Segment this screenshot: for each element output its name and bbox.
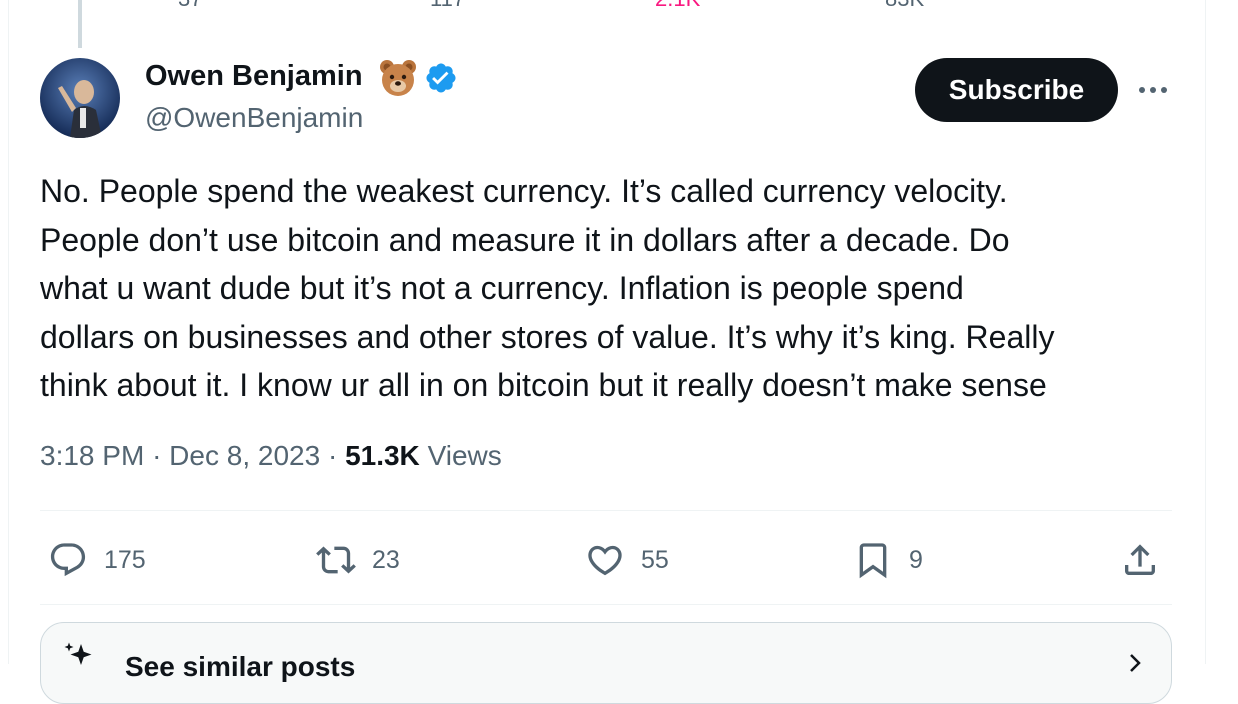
tweet-meta: 3:18 PM · Dec 8, 2023 · 51.3K Views (40, 440, 502, 472)
tweet-date[interactable]: Dec 8, 2023 (169, 440, 320, 471)
previous-post-action-bar: 37 117 2.1K 83K (0, 0, 1238, 11)
subscribe-button[interactable]: Subscribe (915, 58, 1118, 122)
share-icon (1125, 544, 1155, 575)
avatar[interactable] (40, 58, 120, 138)
views-label: Views (427, 440, 502, 471)
sparkle-icon (64, 642, 92, 665)
display-name[interactable]: Owen Benjamin (145, 60, 363, 93)
repost-icon (316, 546, 356, 574)
heart-icon (588, 545, 622, 576)
tweet-text-line: what u want dude but it’s not a currency… (40, 270, 964, 306)
repost-count: 23 (372, 545, 400, 574)
share-button[interactable] (1120, 536, 1160, 584)
reply-icon (50, 543, 86, 577)
more-options-icon[interactable] (1136, 78, 1170, 102)
repost-button[interactable]: 23 (316, 536, 400, 584)
bookmark-count: 9 (909, 545, 923, 574)
previous-likes-count[interactable]: 2.1K (655, 0, 700, 12)
like-count: 55 (641, 545, 669, 574)
previous-reposts-count[interactable]: 117 (430, 0, 465, 12)
meta-separator: · (152, 440, 170, 471)
tweet-text-line: think about it. I know ur all in on bitc… (40, 367, 1047, 403)
tweet-text-line: No. People spend the weakest currency. I… (40, 173, 1008, 209)
views-count: 51.3K (345, 440, 420, 471)
tweet-text-line: People don’t use bitcoin and measure it … (40, 221, 1010, 258)
bookmark-button[interactable]: 9 (853, 536, 923, 584)
bookmark-icon (859, 543, 887, 579)
reply-count: 175 (104, 545, 146, 574)
see-similar-posts-label: See similar posts (125, 651, 356, 682)
bear-emoji-icon (380, 60, 416, 96)
chevron-right-icon (1130, 654, 1141, 672)
user-handle[interactable]: @OwenBenjamin (145, 102, 363, 134)
thread-connector-line (78, 0, 82, 48)
meta-separator: · (327, 440, 346, 471)
divider (40, 510, 1172, 511)
previous-replies-count[interactable]: 37 (178, 0, 202, 12)
tweet-text: No. People spend the weakest currency. I… (40, 167, 1180, 410)
tweet-text-line: dollars on businesses and other stores o… (40, 318, 1055, 355)
see-similar-posts-button[interactable]: See similar posts (40, 622, 1172, 704)
like-button[interactable]: 55 (585, 536, 669, 584)
verified-badge-icon[interactable] (424, 61, 458, 95)
divider (40, 604, 1172, 605)
tweet-time[interactable]: 3:18 PM (40, 440, 144, 471)
previous-views-count[interactable]: 83K (885, 0, 924, 12)
reply-button[interactable]: 175 (48, 536, 146, 584)
